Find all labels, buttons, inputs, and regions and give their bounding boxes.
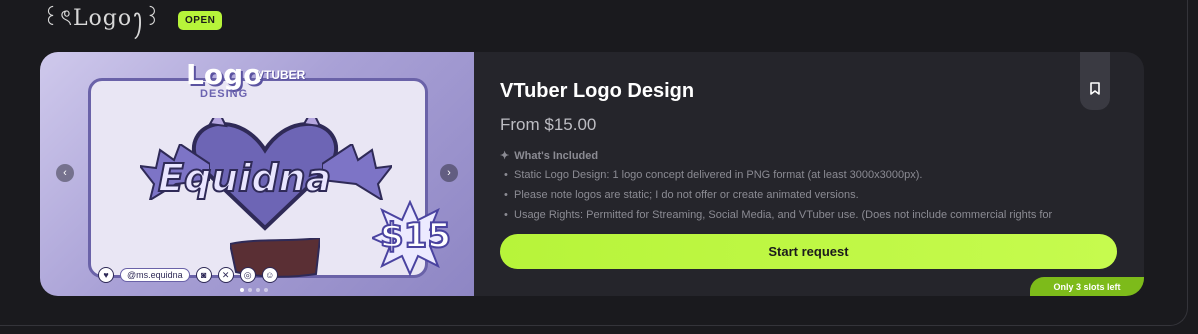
- list-item: Static Logo Design: 1 logo concept deliv…: [500, 165, 1120, 185]
- service-title: VTuber Logo Design: [500, 80, 695, 102]
- included-heading: ✦ What's Included: [500, 149, 1120, 163]
- heart-icon: ♥: [98, 267, 114, 283]
- status-badge: OPEN: [178, 10, 223, 30]
- carousel-prev-button[interactable]: ‹: [56, 164, 74, 182]
- carousel-dot[interactable]: [256, 288, 260, 292]
- preview-title-desing: DESING: [200, 88, 249, 100]
- social-handle: @ms.equidna: [120, 268, 190, 282]
- list-item: Please note logos are static; I do not o…: [500, 185, 1120, 205]
- x-icon: ✕: [217, 267, 234, 283]
- preview-title-logo: Logo: [186, 58, 263, 91]
- avatar-icon: ☺: [261, 267, 278, 283]
- carousel-next-button[interactable]: ›: [440, 164, 458, 182]
- site-logo[interactable]: ꒰ৎLogoꫂ꒱: [42, 0, 162, 43]
- twitch-icon: ◙: [195, 267, 212, 283]
- service-price: From $15.00: [500, 115, 597, 134]
- carousel-dots: [240, 288, 268, 292]
- bookmark-button[interactable]: [1080, 52, 1110, 110]
- carousel-dot[interactable]: [264, 288, 268, 292]
- carousel-dot[interactable]: [240, 288, 244, 292]
- included-heading-text: What's Included: [514, 149, 599, 162]
- cd-icon: ◎: [239, 267, 256, 283]
- service-image-carousel[interactable]: Logo VTUBER DESING Equidna $15 ♥ @ms.equ…: [40, 52, 474, 296]
- service-card: Logo VTUBER DESING Equidna $15 ♥ @ms.equ…: [40, 52, 1144, 296]
- list-item: Usage Rights: Permitted for Streaming, S…: [500, 205, 1120, 225]
- slots-badge: Only 3 slots left: [1030, 277, 1144, 296]
- start-request-button[interactable]: Start request: [500, 234, 1117, 269]
- social-handle-row: ♥ @ms.equidna ◙ ✕ ◎ ☺: [98, 266, 278, 284]
- bookmark-icon: [1090, 81, 1100, 95]
- included-list[interactable]: Static Logo Design: 1 logo concept deliv…: [500, 165, 1120, 225]
- right-bat-wing-icon: [322, 144, 392, 200]
- service-info: VTuber Logo Design From $15.00 ✦ What's …: [500, 80, 1120, 225]
- sparkle-icon: ✦: [500, 150, 510, 162]
- header-bar: ꒰ৎLogoꫂ꒱ OPEN: [42, 6, 223, 32]
- preview-title-vtuber: VTUBER: [256, 68, 306, 82]
- carousel-dot[interactable]: [248, 288, 252, 292]
- preview-name-text: Equidna: [157, 155, 332, 201]
- preview-price-sticker: $15: [379, 215, 452, 257]
